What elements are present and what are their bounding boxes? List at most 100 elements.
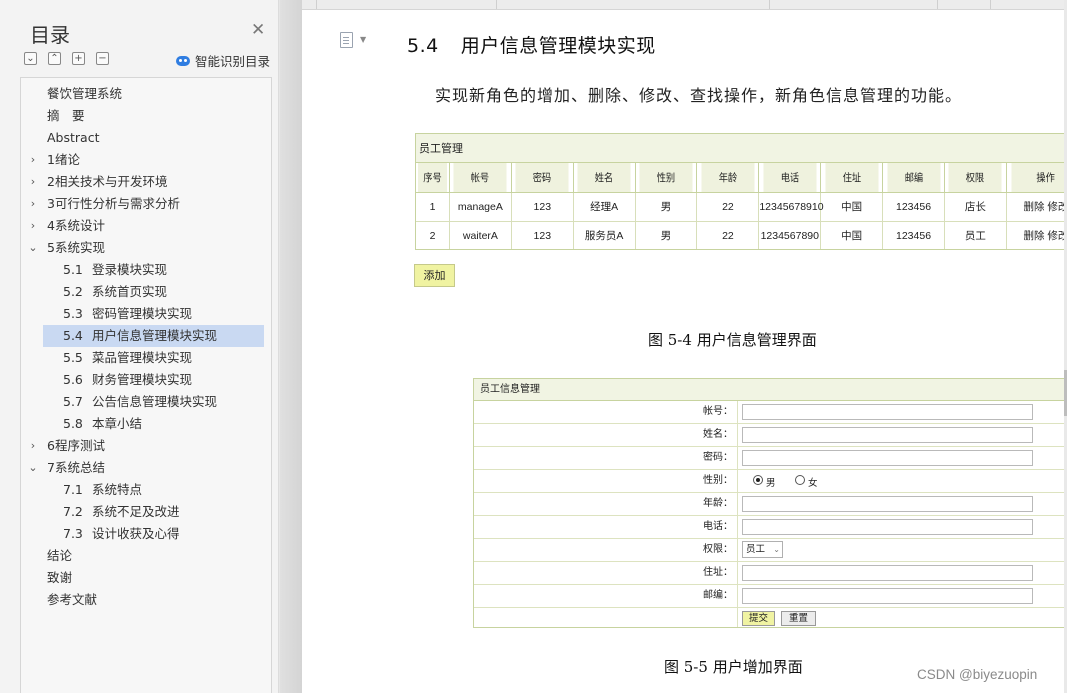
password-field[interactable] (742, 450, 1033, 466)
toc-item[interactable]: 摘 要 (27, 105, 264, 127)
chevron-right-icon[interactable]: › (27, 215, 39, 237)
account-field[interactable] (742, 404, 1033, 420)
table-cell: 123456 (882, 191, 945, 222)
chevron-right-icon[interactable]: › (27, 149, 39, 171)
toc-item-number: 5.7 (63, 394, 83, 409)
chevron-down-icon[interactable]: ⌄ (27, 237, 39, 259)
gender-female-label: 女 (808, 478, 818, 489)
close-icon[interactable]: ✕ (251, 20, 265, 40)
toc-item[interactable]: 5.1 登录模块实现 (43, 259, 264, 281)
reset-button[interactable]: 重置 (781, 611, 816, 626)
table-row: 1 manageA 123 经理A 男 22 12345678910 中国 123456 店长 删除… (416, 191, 1067, 222)
table-row: 2 waiterA 123 服务员A 男 22 1234567890 中国 123456 员工 删除… (416, 220, 1067, 249)
toc-item-label: Abstract (47, 130, 100, 145)
table-cell: 中国 (820, 220, 884, 249)
toc-item[interactable]: 致谢 (27, 567, 264, 589)
add-heading-icon[interactable]: + (72, 52, 85, 65)
document-icon[interactable] (340, 32, 353, 48)
toc-item[interactable]: › 3可行性分析与需求分析 (27, 193, 264, 215)
ruler-bar (302, 0, 1067, 10)
toc-item[interactable]: › 1绪论 (27, 149, 264, 171)
toc-item[interactable]: ⌄ 7系统总结 (27, 457, 264, 479)
toc-item[interactable]: 5.6 财务管理模块实现 (43, 369, 264, 391)
form-row-account: 帐号： (474, 401, 1067, 424)
column-header: 权限 (947, 163, 1004, 193)
table-cell: 店长 (943, 191, 1007, 222)
chevron-right-icon[interactable]: › (27, 171, 39, 193)
toc-item-label: 7系统总结 (47, 460, 105, 475)
collapse-all-icon[interactable]: ⌄ (24, 52, 37, 65)
toc-item-label: 公告信息管理模块实现 (92, 394, 218, 409)
table-header-row: 序号 帐号 密码 姓名 性别 年龄 电话 住址 邮编 权限 操作 (416, 163, 1067, 193)
toc-item-number: 7.2 (63, 504, 83, 519)
toc-item-label: 用户信息管理模块实现 (92, 328, 218, 343)
chevron-right-icon[interactable]: › (27, 435, 39, 457)
smart-toc-label: 智能识别目录 (195, 54, 271, 69)
submit-button[interactable]: 提交 (742, 611, 775, 626)
address-field[interactable] (742, 565, 1033, 581)
toc-item[interactable]: 5.2 系统首页实现 (43, 281, 264, 303)
figure-caption: 图 5-5 用户增加界面 (664, 658, 803, 676)
toc-item[interactable]: 7.2 系统不足及改进 (43, 501, 264, 523)
column-header: 年龄 (700, 163, 756, 193)
watermark: CSDN @biyezuopin (917, 667, 1038, 682)
toc-item[interactable]: › 2相关技术与开发环境 (27, 171, 264, 193)
ruler-segment (770, 0, 938, 9)
toc-item[interactable]: 餐饮管理系统 (27, 83, 264, 105)
toc-item-label: 菜品管理模块实现 (92, 350, 193, 365)
chevron-down-icon: ⌄ (773, 545, 780, 554)
toc-item[interactable]: › 6程序测试 (27, 435, 264, 457)
toc-item[interactable]: 7.1 系统特点 (43, 479, 264, 501)
toc-item[interactable]: 参考文献 (27, 589, 264, 611)
chevron-down-icon[interactable]: ⌄ (27, 457, 39, 479)
column-header: 帐号 (452, 163, 509, 193)
form-row-age: 年龄： (474, 493, 1067, 516)
form-row-actions: 提交 重置 (474, 608, 1067, 627)
section-number: 5.4 (407, 35, 439, 57)
toc-item[interactable]: 5.3 密码管理模块实现 (43, 303, 264, 325)
phone-label: 电话： (474, 516, 738, 538)
add-button[interactable]: 添加 (414, 264, 455, 287)
toc-pane-title: 目录 (30, 23, 70, 47)
actions-spacer (474, 608, 738, 627)
column-header: 操作 (1010, 163, 1067, 193)
toc-item[interactable]: 5.7 公告信息管理模块实现 (43, 391, 264, 413)
toc-item[interactable]: 5.8 本章小结 (43, 413, 264, 435)
figure-panel-title: 员工信息管理 (474, 379, 1067, 401)
toc-item[interactable]: ⌄ 5系统实现 (27, 237, 264, 259)
toc-item-label: 财务管理模块实现 (92, 372, 193, 387)
toc-item[interactable]: › 4系统设计 (27, 215, 264, 237)
table-cell: 123 (510, 220, 574, 249)
table-cell: 服务员A (572, 220, 636, 249)
remove-heading-icon[interactable]: − (96, 52, 109, 65)
toc-item[interactable]: 5.4 用户信息管理模块实现 (43, 325, 264, 347)
staff-table: 序号 帐号 密码 姓名 性别 年龄 电话 住址 邮编 权限 操作 1 manageA 123 经理A 男 22… (416, 163, 1067, 249)
row-actions-cell[interactable]: 删除 修改 (1005, 191, 1067, 222)
name-field[interactable] (742, 427, 1033, 443)
toc-item-label: 餐饮管理系统 (47, 86, 123, 101)
chevron-right-icon[interactable]: › (27, 193, 39, 215)
ai-icon (176, 55, 190, 66)
name-label: 姓名： (474, 424, 738, 446)
row-actions-cell[interactable]: 删除 修改 (1005, 220, 1067, 249)
age-field[interactable] (742, 496, 1033, 512)
postcode-field[interactable] (742, 588, 1033, 604)
gender-female-radio[interactable] (795, 475, 805, 485)
column-header: 电话 (762, 163, 818, 193)
ruler-segment (317, 0, 497, 9)
toc-item[interactable]: 7.3 设计收获及心得 (43, 523, 264, 545)
toc-item[interactable]: Abstract (27, 127, 264, 149)
table-cell: 2 (416, 220, 450, 249)
toc-item-number: 5.2 (63, 284, 83, 299)
gender-male-radio[interactable] (753, 475, 763, 485)
toc-item[interactable]: 结论 (27, 545, 264, 567)
smart-toc-button[interactable]: 智能识别目录 (176, 51, 270, 70)
column-header: 姓名 (576, 163, 632, 193)
toc-item-label: 系统不足及改进 (92, 504, 180, 519)
role-select[interactable]: 员工 ⌄ (742, 541, 783, 558)
toc-item[interactable]: 5.5 菜品管理模块实现 (43, 347, 264, 369)
phone-field[interactable] (742, 519, 1033, 535)
chevron-down-icon[interactable]: ▼ (360, 35, 366, 44)
table-cell: 123456 (882, 220, 945, 249)
expand-up-icon[interactable]: ⌃ (48, 52, 61, 65)
